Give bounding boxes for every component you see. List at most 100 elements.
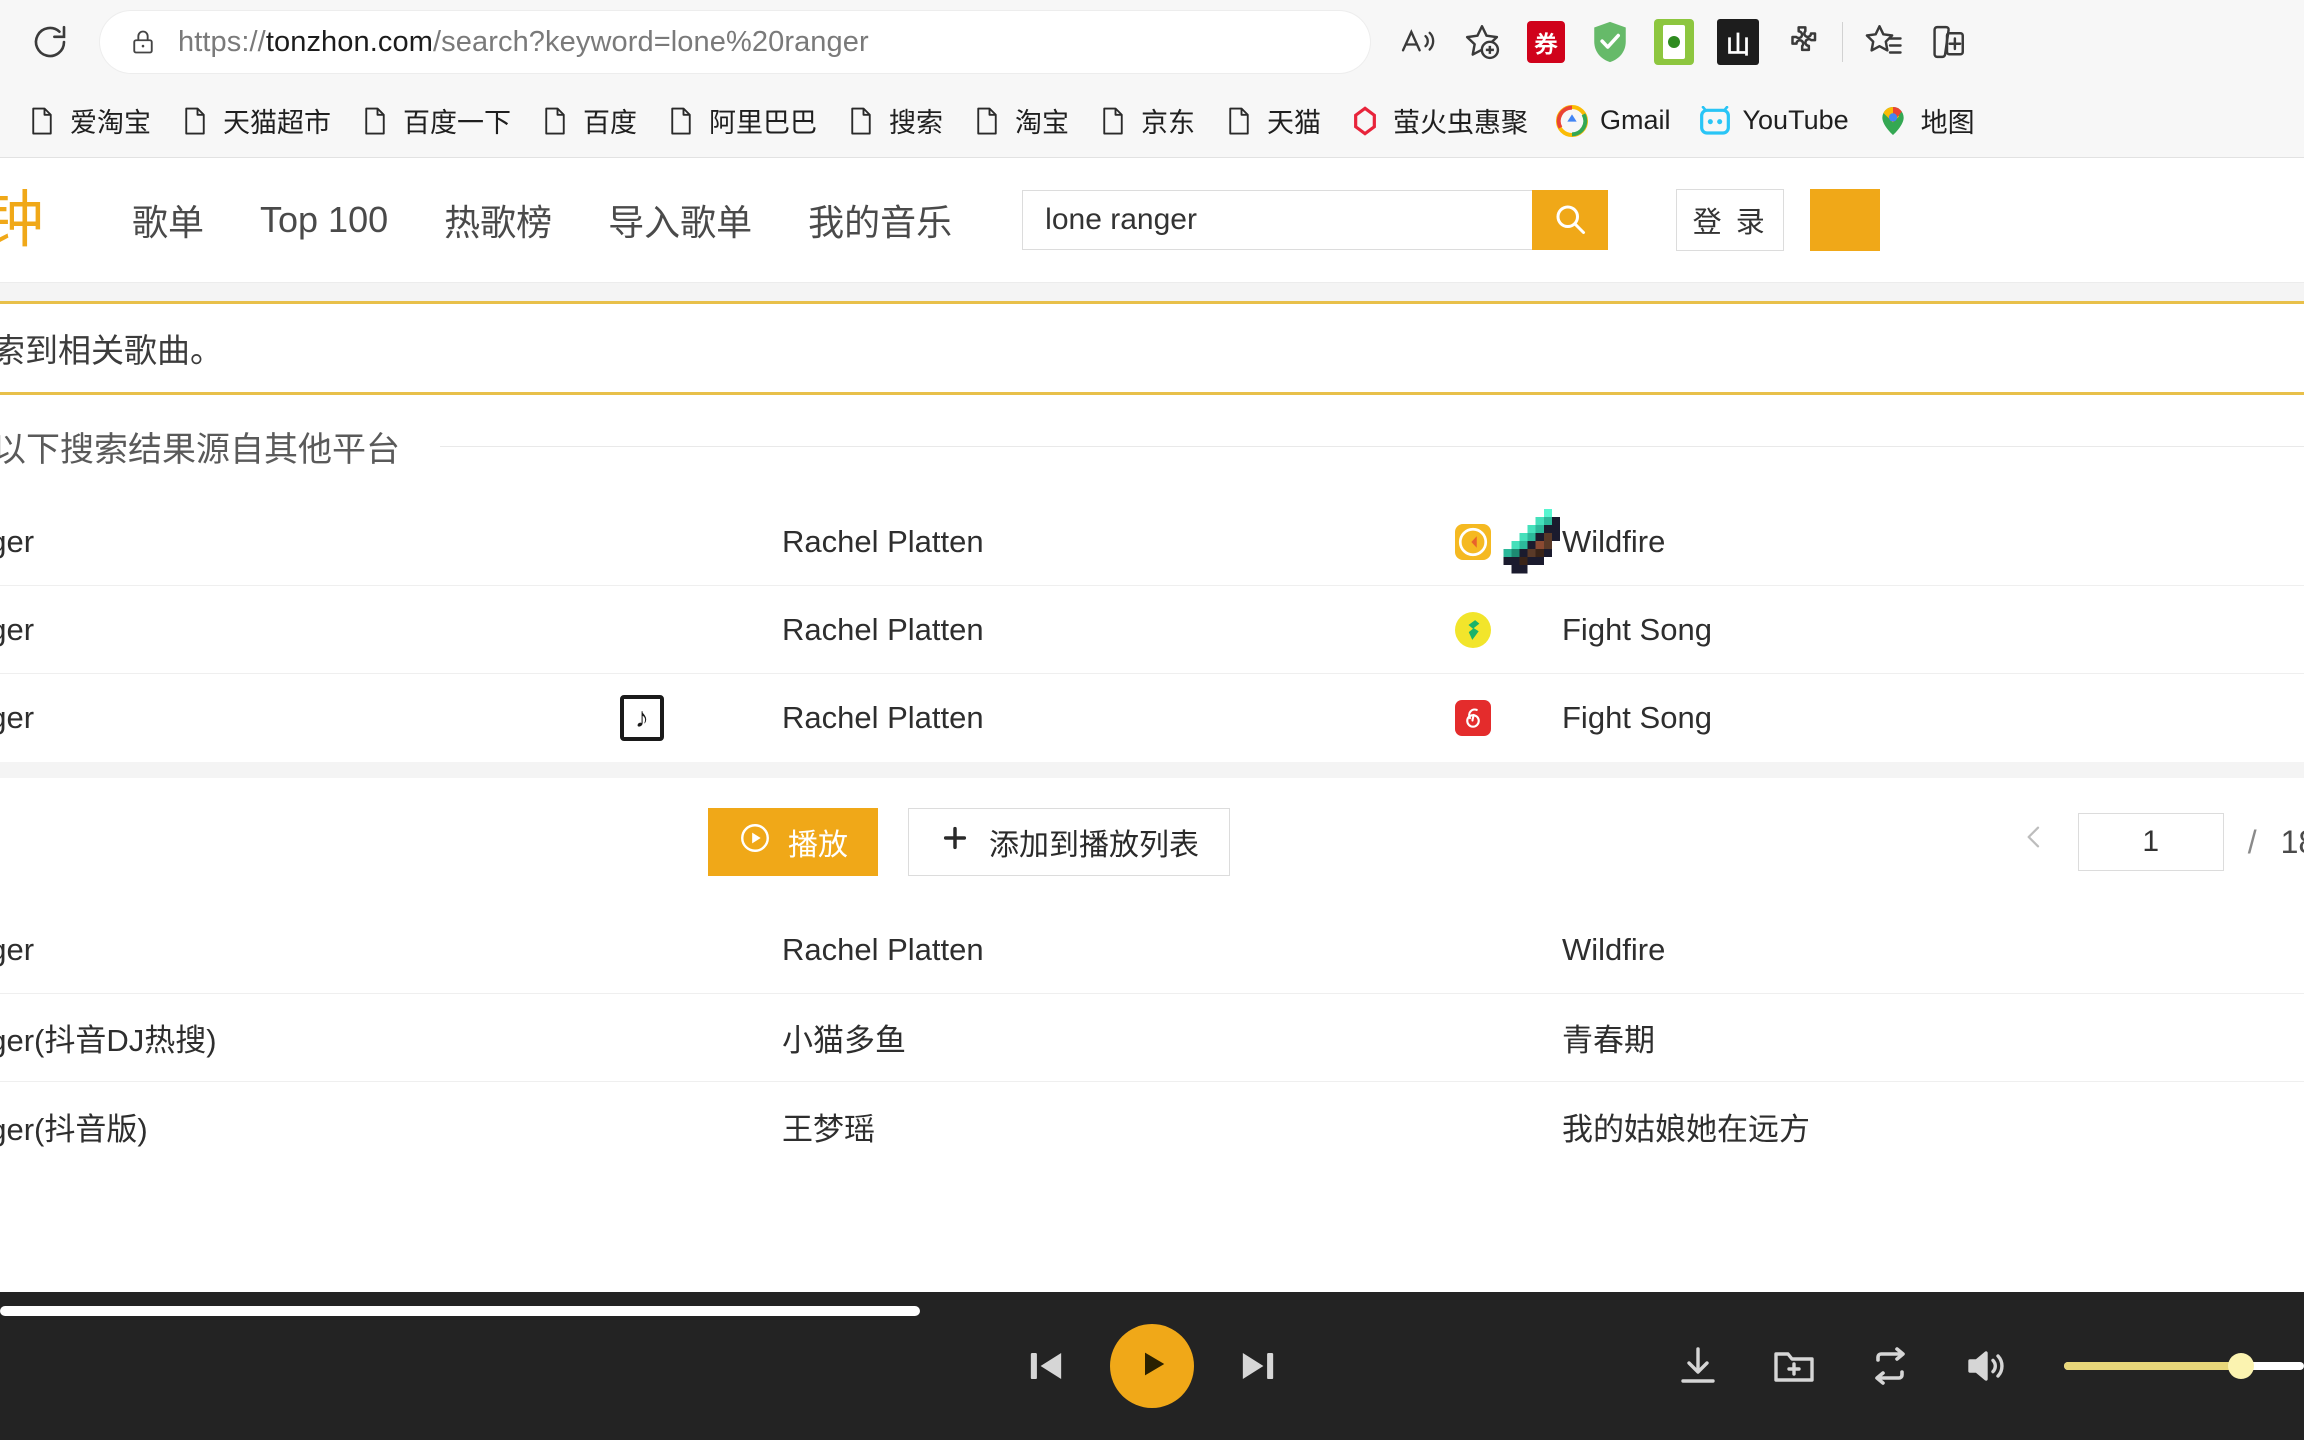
extension-coupon-icon[interactable]: 券 <box>1514 10 1578 74</box>
login-button[interactable]: 登 录 <box>1676 189 1785 251</box>
extension-black-icon[interactable]: 山 <box>1706 10 1770 74</box>
song-title: nger <box>0 700 35 735</box>
play-pause-button[interactable] <box>1110 1324 1194 1408</box>
action-bar: 播放 添加到播放列表 / 187 <box>0 778 2304 906</box>
mv-cell: ♪ <box>502 695 782 741</box>
song-title: nger <box>0 931 35 967</box>
platform-badge-cell <box>1442 700 1504 736</box>
page-number-input[interactable] <box>2077 813 2224 871</box>
read-aloud-icon[interactable] <box>1386 10 1450 74</box>
playback-progress-bar[interactable] <box>0 1306 920 1316</box>
extension-puzzle-icon[interactable] <box>1770 10 1834 74</box>
address-bar[interactable]: https://tonzhon.com/search?keyword=lone%… <box>100 11 1370 73</box>
skip-next-icon[interactable] <box>1232 1340 1284 1392</box>
pager-separator: / <box>2247 823 2257 860</box>
bookmark-label: YouTube <box>1742 105 1849 135</box>
kuwo-platform-icon <box>1455 611 1491 648</box>
page-icon <box>539 104 571 138</box>
search-icon <box>1552 201 1588 240</box>
nav-item-playlists[interactable]: 歌单 <box>104 194 232 246</box>
browser-toolbar: https://tonzhon.com/search?keyword=lone%… <box>0 0 2304 84</box>
table-row[interactable]: nger Rachel Platten Wildfire <box>0 498 2304 586</box>
table-row[interactable]: nger Rachel Platten Wildfire <box>0 906 2304 994</box>
add-favorite-icon[interactable] <box>1450 10 1514 74</box>
table-row[interactable]: nger Rachel Platten Fight Song <box>0 586 2304 674</box>
table-row[interactable]: nger(抖音DJ热搜) 小猫多鱼 青春期 <box>0 994 2304 1082</box>
reload-icon[interactable] <box>22 14 78 70</box>
table-row[interactable]: nger ♪ Rachel Platten Fight Song <box>0 674 2304 762</box>
repeat-icon[interactable] <box>1866 1342 1914 1390</box>
kugou-platform-icon <box>1455 523 1491 560</box>
bookmark-item[interactable]: 京东 <box>1083 95 1209 146</box>
nav-item-hot-chart[interactable]: 热歌榜 <box>416 194 580 246</box>
volume-slider[interactable] <box>2064 1353 2304 1379</box>
song-artist: Rachel Platten <box>782 611 984 647</box>
main-nav: 歌单 Top 100 热歌榜 导入歌单 我的音乐 <box>104 194 980 246</box>
search-input[interactable] <box>1022 190 1533 250</box>
bookmark-item[interactable]: 阿里巴巴 <box>651 95 831 146</box>
bookmark-item[interactable]: 天猫超市 <box>165 95 345 146</box>
bookmark-item[interactable]: 淘宝 <box>957 95 1083 146</box>
collections-icon[interactable] <box>1851 10 1915 74</box>
play-button[interactable]: 播放 <box>708 808 878 876</box>
bookmark-item[interactable]: 搜索 <box>831 95 957 146</box>
bookmark-item[interactable]: YouTube <box>1685 98 1863 144</box>
volume-icon[interactable] <box>1962 1342 2010 1390</box>
bookmark-item[interactable]: 萤火虫惠聚 <box>1335 95 1542 146</box>
green-box-badge <box>1654 19 1694 65</box>
extension-green-icon[interactable] <box>1642 10 1706 74</box>
bookmark-label: 天猫超市 <box>223 108 331 138</box>
signup-button[interactable] <box>1810 189 1881 251</box>
bookmark-item[interactable]: 百度 <box>525 95 651 146</box>
add-to-playlist-button[interactable]: 添加到播放列表 <box>908 808 1230 876</box>
skip-previous-icon[interactable] <box>1020 1340 1072 1392</box>
song-title: nger <box>0 523 35 559</box>
page-icon <box>359 104 391 138</box>
bookmark-item[interactable]: 地图 <box>1863 95 1989 146</box>
bookmark-label: 京东 <box>1141 108 1195 138</box>
bookmark-label: 搜索 <box>889 108 943 138</box>
page-icon <box>1223 104 1255 138</box>
song-album: 青春期 <box>1562 1023 1655 1058</box>
bookmark-label: Gmail <box>1600 105 1671 135</box>
pagination: / 187 <box>2014 813 2304 871</box>
action-spacer <box>0 762 2304 778</box>
song-title: nger <box>0 611 35 647</box>
site-logo[interactable]: 钟 <box>0 189 70 251</box>
url-text: https://tonzhon.com/search?keyword=lone%… <box>178 25 869 58</box>
bookmark-item[interactable]: 爱淘宝 <box>12 95 165 146</box>
nav-item-import-playlist[interactable]: 导入歌单 <box>580 194 780 246</box>
bookmark-item[interactable]: 百度一下 <box>345 95 525 146</box>
notice-banner: 索到相关歌曲。 <box>0 301 2304 395</box>
bookmark-label: 阿里巴巴 <box>709 108 817 138</box>
chevron-left-icon[interactable] <box>2014 817 2054 867</box>
split-screen-icon[interactable] <box>1915 10 1979 74</box>
page-icon <box>26 104 58 138</box>
folder-plus-icon[interactable] <box>1770 1342 1818 1390</box>
table-row[interactable]: nger(抖音版) 王梦瑶 我的姑娘她在远方 <box>0 1082 2304 1170</box>
nav-item-my-music[interactable]: 我的音乐 <box>780 194 980 246</box>
site-header: 钟 歌单 Top 100 热歌榜 导入歌单 我的音乐 登 录 <box>0 158 2304 283</box>
volume-knob[interactable] <box>2228 1353 2254 1379</box>
results-table-bottom: nger Rachel Platten Wildfire nger(抖音DJ热搜… <box>0 906 2304 1170</box>
search-button[interactable] <box>1532 190 1609 250</box>
nav-item-top100[interactable]: Top 100 <box>232 199 416 241</box>
song-album: Wildfire <box>1562 931 1666 967</box>
maps-icon <box>1877 104 1909 138</box>
song-artist: Rachel Platten <box>782 931 984 967</box>
bookmark-label: 淘宝 <box>1015 108 1069 138</box>
song-artist: Rachel Platten <box>782 523 984 559</box>
download-icon[interactable] <box>1674 1342 1722 1390</box>
black-box-badge: 山 <box>1717 19 1759 65</box>
bookmark-label: 萤火虫惠聚 <box>1393 108 1528 138</box>
extension-shield-icon[interactable] <box>1578 10 1642 74</box>
page-icon <box>179 104 211 138</box>
bookmark-item[interactable]: Gmail <box>1542 98 1685 144</box>
song-album: 我的姑娘她在远方 <box>1562 1111 1810 1147</box>
section-title: 以下搜索结果源自其他平台 <box>0 431 400 469</box>
toolbar-divider <box>1842 22 1843 62</box>
search-box <box>1022 190 1609 250</box>
music-note-icon[interactable]: ♪ <box>620 695 664 741</box>
platform-badge-cell <box>1442 611 1504 648</box>
bookmark-item[interactable]: 天猫 <box>1209 95 1335 146</box>
